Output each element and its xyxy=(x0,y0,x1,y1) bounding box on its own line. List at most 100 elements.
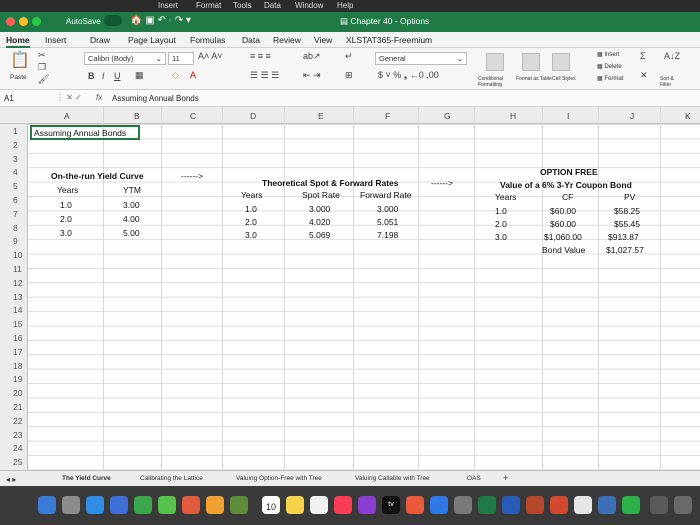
menu-insert[interactable]: Insert xyxy=(158,1,178,10)
cell-styles-icon[interactable] xyxy=(552,53,570,71)
column-header-f[interactable]: F xyxy=(385,111,390,121)
option-cf-2[interactable]: $60.00 xyxy=(550,219,576,229)
news-icon[interactable] xyxy=(406,496,424,514)
clear-icon[interactable]: ✕ xyxy=(640,70,648,81)
row-header[interactable]: 22 xyxy=(0,416,26,426)
theo-forward-1[interactable]: 3.000 xyxy=(377,204,398,214)
option-free-subtitle[interactable]: Value of a 6% 3-Yr Coupon Bond xyxy=(500,180,632,190)
finder-icon[interactable] xyxy=(38,496,56,514)
calendar-icon[interactable]: 10 xyxy=(262,496,280,514)
yield-years-header[interactable]: Years xyxy=(57,185,78,195)
name-box[interactable]: A1 xyxy=(4,94,44,103)
column-header-c[interactable]: C xyxy=(190,111,196,121)
theo-spot-2[interactable]: 4.020 xyxy=(309,217,330,227)
column-header-b[interactable]: B xyxy=(134,111,140,121)
notes-icon[interactable] xyxy=(286,496,304,514)
row-header[interactable]: 13 xyxy=(0,292,26,302)
column-header-a[interactable]: A xyxy=(64,111,70,121)
tab-page-layout[interactable]: Page Layout xyxy=(128,35,176,45)
tab-xlstat[interactable]: XLSTAT365-Freemium xyxy=(346,35,432,45)
yield-years-2[interactable]: 2.0 xyxy=(60,214,72,224)
font-grow-shrink-icons[interactable]: A˄ A˅ xyxy=(198,51,223,61)
facetime-icon[interactable] xyxy=(134,496,152,514)
arrow-1[interactable]: ------> xyxy=(181,171,203,181)
format-as-table-icon[interactable] xyxy=(522,53,540,71)
menu-tools[interactable]: Tools xyxy=(233,1,252,10)
row-header[interactable]: 6 xyxy=(0,195,26,205)
column-header-h[interactable]: H xyxy=(510,111,516,121)
option-cf-header[interactable]: CF xyxy=(562,192,573,202)
theo-years-header[interactable]: Years xyxy=(241,190,262,200)
option-years-1[interactable]: 1.0 xyxy=(495,206,507,216)
row-header[interactable]: 23 xyxy=(0,430,26,440)
theoretical-title[interactable]: Theoretical Spot & Forward Rates xyxy=(262,178,399,188)
theo-forward-header[interactable]: Forward Rate xyxy=(360,190,412,200)
fill-color-icon[interactable]: ◇ xyxy=(172,70,179,81)
messages-icon[interactable] xyxy=(158,496,176,514)
close-window-button[interactable] xyxy=(6,17,15,26)
row-header[interactable]: 5 xyxy=(0,181,26,191)
sheet-nav-arrows-icon[interactable]: ◂ ▸ xyxy=(6,475,16,484)
underline-button[interactable]: U xyxy=(114,71,121,81)
sort-filter-icon[interactable]: A↓Z xyxy=(664,51,680,61)
copy-icon[interactable]: ❐ xyxy=(38,62,46,73)
option-years-2[interactable]: 2.0 xyxy=(495,219,507,229)
option-years-3[interactable]: 3.0 xyxy=(495,232,507,242)
wrap-text-icon[interactable]: ↵ xyxy=(345,51,353,62)
row-header[interactable]: 12 xyxy=(0,278,26,288)
delete-cells-button[interactable]: ▦ Delete xyxy=(597,63,622,70)
row-header[interactable]: 15 xyxy=(0,319,26,329)
option-free-title[interactable]: OPTION FREE xyxy=(540,167,598,177)
column-header-i[interactable]: I xyxy=(567,111,569,121)
contacts-icon[interactable] xyxy=(230,496,248,514)
word-icon[interactable] xyxy=(502,496,520,514)
row-header[interactable]: 17 xyxy=(0,347,26,357)
orientation-icon[interactable]: ab↗ xyxy=(303,51,321,62)
font-size-select[interactable]: 11 xyxy=(168,52,194,65)
column-header-g[interactable]: G xyxy=(444,111,451,121)
bond-value-label[interactable]: Bond Value xyxy=(542,245,585,255)
autosum-icon[interactable]: Σ xyxy=(640,51,646,61)
function-icon[interactable]: fx xyxy=(96,93,102,102)
row-header[interactable]: 2 xyxy=(0,140,26,150)
theo-years-3[interactable]: 3.0 xyxy=(245,230,257,240)
app-store-icon[interactable] xyxy=(430,496,448,514)
align-left-icon[interactable]: ☰ ☰ ☰ xyxy=(250,70,279,81)
column-header-k[interactable]: K xyxy=(685,111,691,121)
theo-forward-3[interactable]: 7.198 xyxy=(377,230,398,240)
zoom-window-button[interactable] xyxy=(32,17,41,26)
theo-years-2[interactable]: 2.0 xyxy=(245,217,257,227)
number-format-icons[interactable]: $ ˅ % ❟ ←0 .00 xyxy=(378,70,439,81)
apple-tv-icon[interactable]: tv xyxy=(382,496,400,514)
indent-icon[interactable]: ⇤ ⇥ xyxy=(303,70,321,81)
paste-icon[interactable]: 📋 xyxy=(10,50,30,70)
sheet-tab-option-free[interactable]: Valuing Option-Free with Tree xyxy=(236,475,322,482)
maps-icon[interactable] xyxy=(182,496,200,514)
row-header[interactable]: 19 xyxy=(0,374,26,384)
quick-access-icons[interactable]: 🏠 ▣ ↶ · ↷ ▾ xyxy=(130,15,191,26)
app-icon[interactable] xyxy=(598,496,616,514)
option-pv-3[interactable]: $913.87 xyxy=(608,232,639,242)
option-pv-1[interactable]: $58.25 xyxy=(614,206,640,216)
sheet-tab-oas[interactable]: OAS xyxy=(467,475,481,482)
row-header[interactable]: 14 xyxy=(0,305,26,315)
row-header[interactable]: 21 xyxy=(0,402,26,412)
sheet-tab-calibrating[interactable]: Calibrating the Lattice xyxy=(140,475,203,482)
option-pv-header[interactable]: PV xyxy=(624,192,635,202)
bold-button[interactable]: B xyxy=(88,71,95,81)
yield-ytm-header[interactable]: YTM xyxy=(123,185,141,195)
menu-window[interactable]: Window xyxy=(295,1,323,10)
option-years-header[interactable]: Years xyxy=(495,192,516,202)
row-header[interactable]: 7 xyxy=(0,209,26,219)
yield-ytm-3[interactable]: 5.00 xyxy=(123,228,140,238)
row-header[interactable]: 9 xyxy=(0,236,26,246)
conditional-formatting-icon[interactable] xyxy=(486,53,504,71)
formula-input[interactable]: Assuming Annual Bonds xyxy=(112,94,199,103)
tab-insert[interactable]: Insert xyxy=(45,35,66,45)
theo-forward-2[interactable]: 5.051 xyxy=(377,217,398,227)
trash-icon[interactable] xyxy=(674,496,692,514)
option-pv-2[interactable]: $55.45 xyxy=(614,219,640,229)
downloads-icon[interactable] xyxy=(650,496,668,514)
row-header[interactable]: 20 xyxy=(0,388,26,398)
row-header[interactable]: 8 xyxy=(0,223,26,233)
